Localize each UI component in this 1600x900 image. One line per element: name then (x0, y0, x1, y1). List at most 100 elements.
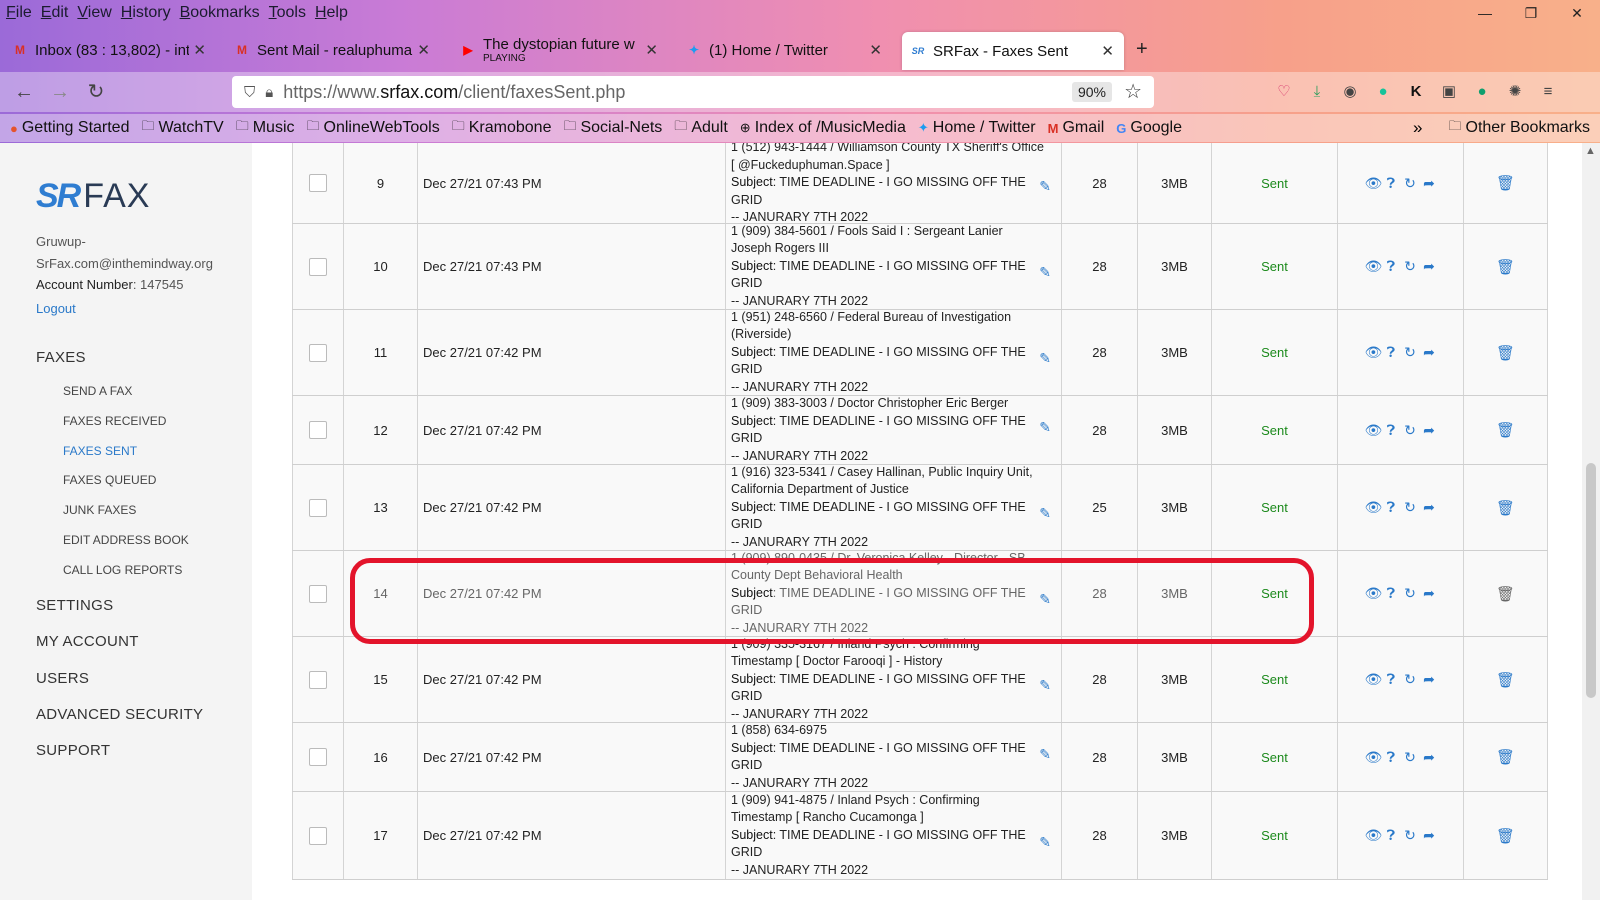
menu-file[interactable]: File (6, 4, 32, 22)
tab-youtube[interactable]: ▶ The dystopian future w PLAYING ✕ (452, 30, 668, 70)
bookmark-home-twitter[interactable]: ✦ Home / Twitter (918, 119, 1036, 137)
resend-icon[interactable]: ↻ (1403, 671, 1418, 688)
sidebar-section-support[interactable]: SUPPORT (36, 742, 110, 759)
forward-arrow-icon[interactable]: ➦ (1422, 258, 1437, 275)
edit-pencil-icon[interactable]: ✎ (1039, 505, 1051, 523)
scrollbar[interactable]: ▲ (1582, 143, 1600, 900)
help-question-icon[interactable]: ❓︎ (1384, 585, 1399, 602)
menu-edit[interactable]: Edit (41, 4, 69, 22)
star-icon[interactable]: ☆ (1124, 79, 1142, 104)
help-question-icon[interactable]: ❓︎ (1384, 671, 1399, 688)
chevron-right-icon[interactable]: » (1413, 118, 1422, 138)
view-eye-icon[interactable]: 👁︎ (1365, 258, 1383, 275)
menu-bookmarks[interactable]: Bookmarks (180, 4, 260, 22)
sidebar-item-edit-address-book[interactable]: EDIT ADDRESS BOOK (63, 533, 189, 547)
pocket-icon[interactable]: ♡ (1274, 82, 1294, 102)
close-icon[interactable]: ✕ (1097, 42, 1124, 60)
extension-icon[interactable]: ◉ (1340, 82, 1360, 102)
edit-pencil-icon[interactable]: ✎ (1039, 264, 1051, 282)
close-icon[interactable]: ✕ (865, 41, 892, 59)
table-row[interactable]: 15 Dec 27/21 07:42 PM 1 (909) 335-3167 /… (292, 637, 1548, 723)
view-eye-icon[interactable]: 👁︎ (1365, 585, 1383, 602)
view-eye-icon[interactable]: 👁︎ (1365, 499, 1383, 516)
resend-icon[interactable]: ↻ (1403, 499, 1418, 516)
tab-twitter[interactable]: ✦ (1) Home / Twitter ✕ (678, 30, 892, 70)
scrollbar-thumb[interactable] (1586, 463, 1596, 698)
sidebar-section-advanced-security[interactable]: ADVANCED SECURITY (36, 706, 203, 723)
sidebar-item-faxes-received[interactable]: FAXES RECEIVED (63, 414, 166, 428)
resend-icon[interactable]: ↻ (1403, 585, 1418, 602)
menu-view[interactable]: View (77, 4, 111, 22)
bookmark-google[interactable]: G Google (1116, 119, 1182, 137)
trash-icon[interactable]: 🗑︎ (1464, 465, 1548, 550)
help-question-icon[interactable]: ❓︎ (1384, 499, 1399, 516)
scroll-up-icon[interactable]: ▲ (1585, 145, 1596, 157)
trash-icon[interactable]: 🗑︎ (1464, 310, 1548, 395)
reload-icon[interactable]: ↻ (82, 78, 110, 106)
bookmark-kramobone[interactable]: 🗀 Kramobone (452, 117, 552, 139)
help-question-icon[interactable]: ❓︎ (1384, 258, 1399, 275)
forward-arrow-icon[interactable]: ➦ (1422, 499, 1437, 516)
close-icon[interactable]: ✕ (189, 41, 216, 59)
trash-icon[interactable]: 🗑︎ (1464, 143, 1548, 223)
row-checkbox[interactable] (309, 343, 327, 362)
forward-arrow-icon[interactable]: ➦ (1422, 344, 1437, 361)
url-text[interactable]: https://www.srfax.com/client/faxesSent.p… (283, 82, 625, 103)
edit-pencil-icon[interactable]: ✎ (1039, 677, 1051, 695)
trash-icon[interactable]: 🗑︎ (1464, 792, 1548, 879)
bookmark-social-nets[interactable]: 🗀 Social-Nets (563, 117, 662, 139)
sidebar-section-my-account[interactable]: MY ACCOUNT (36, 633, 139, 650)
back-icon[interactable]: ← (10, 78, 38, 106)
edit-pencil-icon[interactable]: ✎ (1039, 350, 1051, 368)
resend-icon[interactable]: ↻ (1403, 175, 1418, 192)
k-extension-icon[interactable]: K (1406, 82, 1426, 102)
close-icon[interactable]: ✕ (641, 41, 668, 59)
other-bookmarks[interactable]: 🗀 Other Bookmarks (1449, 117, 1591, 139)
resend-icon[interactable]: ↻ (1403, 422, 1418, 439)
tab-srfax[interactable]: SR SRFax - Faxes Sent ✕ (902, 32, 1124, 70)
minimize-button[interactable]: — (1462, 0, 1508, 26)
help-question-icon[interactable]: ❓︎ (1384, 175, 1399, 192)
view-eye-icon[interactable]: 👁︎ (1365, 671, 1383, 688)
view-eye-icon[interactable]: 👁︎ (1365, 344, 1383, 361)
bookmark-getting-started[interactable]: ● Getting Started (10, 119, 129, 137)
row-checkbox[interactable] (309, 670, 327, 689)
forward-arrow-icon[interactable]: ➦ (1422, 827, 1437, 844)
table-row[interactable]: 9 Dec 27/21 07:43 PM 1 (512) 943-1444 / … (292, 143, 1548, 224)
help-question-icon[interactable]: ❓︎ (1384, 749, 1399, 766)
view-eye-icon[interactable]: 👁︎ (1365, 827, 1383, 844)
screen-icon[interactable]: ▣ (1439, 82, 1459, 102)
bookmark-index-musicmedia[interactable]: ⊕ Index of /MusicMedia (740, 119, 906, 137)
table-row[interactable]: 14 Dec 27/21 07:42 PM 1 (909) 890-0435 /… (292, 551, 1548, 637)
vpn-icon[interactable]: ● (1472, 82, 1492, 102)
resend-icon[interactable]: ↻ (1403, 749, 1418, 766)
sidebar-item-call-log-reports[interactable]: CALL LOG REPORTS (63, 563, 182, 577)
help-question-icon[interactable]: ❓︎ (1384, 827, 1399, 844)
row-checkbox[interactable] (309, 174, 327, 192)
trash-icon[interactable]: 🗑︎ (1464, 224, 1548, 309)
help-question-icon[interactable]: ❓︎ (1384, 422, 1399, 439)
edit-pencil-icon[interactable]: ✎ (1039, 419, 1051, 437)
table-row[interactable]: 10 Dec 27/21 07:43 PM 1 (909) 384-5601 /… (292, 224, 1548, 310)
resend-icon[interactable]: ↻ (1403, 344, 1418, 361)
sidebar-section-settings[interactable]: SETTINGS (36, 597, 113, 614)
zoom-level[interactable]: 90% (1071, 82, 1112, 102)
srfax-logo[interactable]: SR FAX (36, 177, 150, 216)
tab-sent-mail[interactable]: M Sent Mail - realuphuma ✕ (226, 30, 440, 70)
row-checkbox[interactable] (309, 498, 327, 517)
sidebar-item-junk-faxes[interactable]: JUNK FAXES (63, 503, 136, 517)
table-row[interactable]: 12 Dec 27/21 07:42 PM 1 (909) 383-3003 /… (292, 396, 1548, 465)
row-checkbox[interactable] (309, 257, 327, 276)
bookmark-gmail[interactable]: M Gmail (1048, 119, 1105, 137)
view-eye-icon[interactable]: 👁︎ (1365, 422, 1383, 439)
sidebar-item-faxes-queued[interactable]: FAXES QUEUED (63, 473, 156, 487)
row-checkbox[interactable] (309, 421, 327, 439)
trash-icon[interactable]: 🗑︎ (1464, 723, 1548, 791)
trash-icon[interactable]: 🗑︎ (1464, 551, 1548, 636)
table-row[interactable]: 11 Dec 27/21 07:42 PM 1 (951) 248-6560 /… (292, 310, 1548, 396)
hamburger-menu-icon[interactable]: ≡ (1538, 82, 1558, 102)
settings-icon[interactable]: ✺ (1505, 82, 1525, 102)
resend-icon[interactable]: ↻ (1403, 258, 1418, 275)
menu-help[interactable]: Help (315, 4, 348, 22)
help-question-icon[interactable]: ❓︎ (1384, 344, 1399, 361)
